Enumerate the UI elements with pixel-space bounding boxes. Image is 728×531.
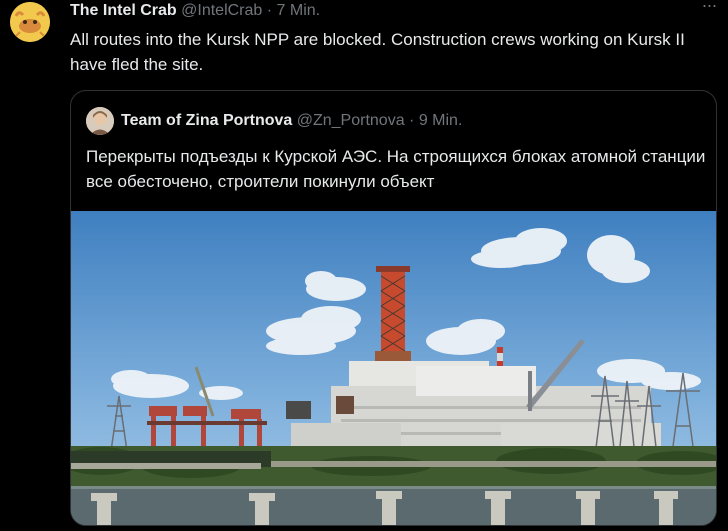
nuclear-plant-photo[interactable] [71, 211, 717, 526]
author-handle[interactable]: @IntelCrab [181, 2, 262, 19]
more-options-button[interactable]: ··· [696, 0, 722, 14]
tweet-header: The Intel Crab @IntelCrab · 7 Min. [70, 0, 320, 22]
author-name[interactable]: The Intel Crab [70, 2, 177, 19]
author-avatar[interactable] [10, 2, 50, 42]
quoted-author-handle[interactable]: @Zn_Portnova [297, 112, 405, 129]
tweet-time[interactable]: · 7 Min. [267, 2, 320, 19]
quoted-author-avatar[interactable] [86, 107, 114, 135]
tweet-text: All routes into the Kursk NPP are blocke… [70, 30, 685, 74]
quoted-tweet[interactable]: Team of Zina Portnova @Zn_Portnova · 9 M… [70, 90, 717, 526]
portrait-avatar-icon [86, 107, 114, 135]
quoted-header: Team of Zina Portnova @Zn_Portnova · 9 M… [121, 110, 462, 132]
quoted-tweet-time[interactable]: · 9 Min. [409, 112, 462, 129]
tweet[interactable]: ··· The Intel Crab @IntelCrab · 7 Min. A… [0, 0, 728, 531]
quoted-author-name[interactable]: Team of Zina Portnova [121, 112, 292, 129]
quoted-tweet-text: Перекрыты подъезды к Курской АЭС. На стр… [86, 147, 706, 191]
crab-avatar-icon [10, 2, 50, 42]
